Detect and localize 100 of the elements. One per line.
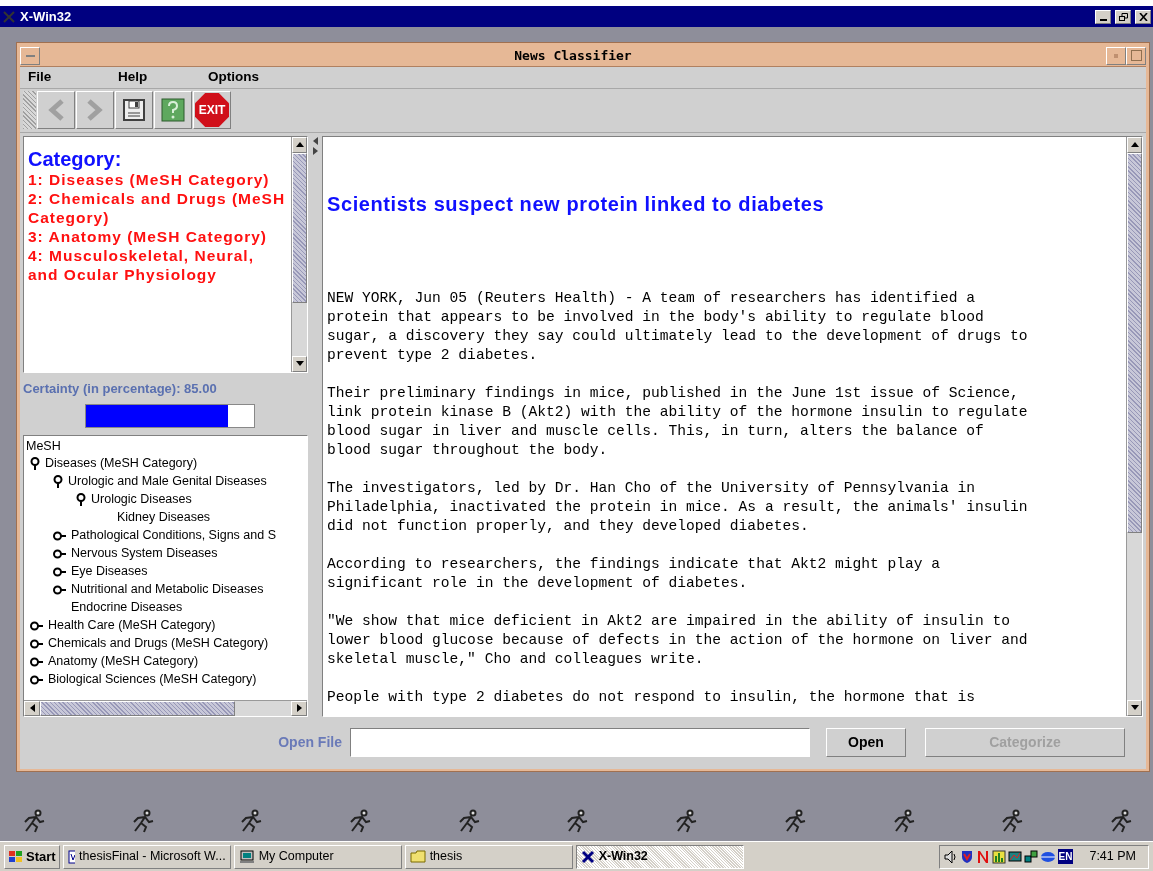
collapsed-handle-icon[interactable]	[53, 548, 66, 559]
tree-item[interactable]: Urologic Diseases	[91, 490, 192, 509]
question-mark-icon	[161, 98, 185, 122]
open-button[interactable]: Open	[826, 728, 906, 757]
article-paragraph: NEW YORK, Jun 05 (Reuters Health) - A team of researchers has identified a protein that appears to be involved in the body's ability to regulate blood sugar, a discovery they say could ultimately lead to the development of drugs to prevent type 2 diabetes.	[327, 288, 1029, 365]
maximize-button[interactable]	[1126, 46, 1146, 65]
article-paragraph: The investigators, led by Dr. Han Cho of the University of Pennsylvania in Philadelphia, inactivated the protein in mice. As a result, the animals' insulin did not function properly, and they developed diabetes.	[327, 478, 1029, 536]
scroll-up-button[interactable]	[292, 136, 307, 153]
tree-item[interactable]: Diseases (MeSH Category)	[45, 454, 198, 473]
restore-icon	[1118, 12, 1128, 21]
tree-item[interactable]: Endocrine Diseases	[71, 598, 183, 617]
toolbar-grip[interactable]	[23, 91, 36, 129]
clock: 7:41 PM	[1089, 848, 1136, 866]
taskbar-button[interactable]: My Computer	[233, 844, 402, 869]
scroll-thumb[interactable]	[1127, 152, 1142, 533]
collapsed-handle-icon[interactable]	[30, 656, 43, 667]
open-file-label: Open File	[277, 733, 343, 752]
save-button[interactable]	[115, 91, 153, 129]
close-icon	[1138, 12, 1148, 21]
menu-item[interactable]: Options	[200, 66, 290, 88]
category-entry: 3: Anatomy (MeSH Category)	[28, 226, 268, 246]
splitter-right-arrow-icon[interactable]	[312, 146, 318, 155]
tree-item[interactable]: Kidney Diseases	[117, 508, 211, 527]
computer-icon	[238, 849, 255, 864]
vertical-scrollbar[interactable]	[1126, 136, 1142, 716]
tree-item[interactable]: MeSH	[26, 436, 307, 455]
right-chevron-icon	[87, 99, 103, 121]
taskbar-button[interactable]: X-Win32	[575, 844, 744, 869]
restore-button[interactable]	[1115, 9, 1131, 24]
minimize-icon	[1099, 18, 1107, 21]
collapsed-handle-icon[interactable]	[30, 638, 43, 649]
tree-item[interactable]: Nutritional and Metabolic Diseases	[71, 580, 264, 599]
letter-n-icon[interactable]	[975, 849, 990, 864]
shield-icon[interactable]	[959, 849, 974, 864]
exit-button[interactable]: EXIT	[193, 91, 231, 129]
menu-item[interactable]: Help	[110, 66, 200, 88]
tree-item[interactable]: Urologic and Male Genital Diseases	[68, 472, 267, 491]
left-arrow-icon	[29, 704, 35, 712]
collapsed-handle-icon[interactable]	[53, 530, 66, 541]
splitter-left-arrow-icon[interactable]	[312, 136, 318, 145]
file-path-field[interactable]	[350, 728, 810, 757]
windows-logo-icon	[8, 849, 24, 864]
tree-item[interactable]: Nervous System Diseases	[71, 544, 218, 563]
down-arrow-icon	[1130, 705, 1139, 710]
category-heading: Category:	[28, 148, 123, 170]
monitor-icon[interactable]	[1007, 849, 1022, 864]
tree-item[interactable]: Health Care (MeSH Category)	[48, 616, 216, 635]
tree-item[interactable]: Eye Diseases	[71, 562, 148, 581]
expanded-handle-icon[interactable]	[76, 493, 86, 506]
category-entry: 1: Diseases (MeSH Category)	[28, 170, 271, 189]
scroll-right-button[interactable]	[291, 700, 307, 716]
taskbar-button[interactable]: thesisFinal - Microsoft W...	[62, 844, 231, 869]
scroll-left-button[interactable]	[24, 700, 40, 716]
article-paragraph: People with type 2 diabetes do not respond to insulin, the hormone that is	[327, 687, 977, 707]
globe-icon[interactable]	[1039, 849, 1056, 864]
speaker-icon[interactable]	[943, 849, 958, 864]
tree-item[interactable]: Anatomy (MeSH Category)	[48, 652, 199, 671]
article-paragraph: According to researchers, the findings indicate that Akt2 might play a significant role in the development of diabetes.	[327, 554, 942, 593]
article-paragraph: "We show that mice deficient in Akt2 are impaired in the ability of insulin to lower blood glucose because of defects in the action of the hormone on liver and skeletal muscle," Cho and colleagues write.	[327, 611, 1029, 669]
expanded-handle-icon[interactable]	[53, 475, 63, 488]
collapsed-handle-icon[interactable]	[30, 674, 43, 685]
category-entry: 4: Musculoskeletal, Neural, and Ocular Physiology	[28, 245, 255, 284]
collapsed-handle-icon[interactable]	[53, 566, 66, 577]
right-arrow-icon	[296, 704, 302, 712]
start-button[interactable]: Start	[4, 844, 60, 869]
down-arrow-icon	[295, 361, 304, 366]
close-button[interactable]	[1135, 9, 1151, 24]
scroll-down-button[interactable]	[1127, 699, 1142, 716]
scroll-down-button[interactable]	[292, 355, 307, 372]
expanded-handle-icon[interactable]	[30, 457, 40, 470]
tree-item[interactable]: Chemicals and Drugs (MeSH Category)	[48, 634, 269, 653]
menu-item[interactable]: File	[20, 66, 110, 88]
help-button[interactable]	[154, 91, 192, 129]
tree-item[interactable]: Pathological Conditions, Signs and S	[71, 526, 276, 545]
language-indicator[interactable]: EN	[1057, 849, 1074, 864]
horizontal-scrollbar[interactable]	[24, 699, 307, 716]
collapsed-handle-icon[interactable]	[53, 584, 66, 595]
window-title: News Classifier	[513, 47, 633, 65]
x-logo-icon	[2, 9, 16, 24]
window-title: X-Win32	[20, 7, 73, 26]
vertical-scrollbar[interactable]	[291, 136, 307, 372]
article-paragraph: Their preliminary findings in mice, published in the June 1st issue of Science, link protein kinase B (Akt2) with the ability of the hormone insulin to regulate blood sugar in liver and muscle cells. This, in turn, alters the balance of blood sugar throughout the body.	[327, 383, 1029, 460]
chart-icon[interactable]	[991, 849, 1006, 864]
document-icon	[67, 849, 76, 864]
up-arrow-icon	[295, 142, 304, 147]
taskbar-button[interactable]: thesis	[404, 844, 573, 869]
minimize-button[interactable]	[1095, 9, 1111, 24]
tree-item[interactable]: Biological Sciences (MeSH Category)	[48, 670, 257, 689]
certainty-label: Certainty (in percentage): 85.00	[23, 379, 217, 398]
x-logo-icon	[580, 849, 595, 864]
folder-icon	[409, 850, 426, 863]
category-entry: 2: Chemicals and Drugs (MeSH Category)	[28, 188, 287, 227]
scroll-thumb[interactable]	[292, 152, 307, 303]
collapsed-handle-icon[interactable]	[30, 620, 43, 631]
window-menu-button[interactable]	[20, 46, 40, 65]
article-headline: Scientists suspect new protein linked to diabetes	[327, 191, 826, 217]
scroll-thumb[interactable]	[40, 700, 235, 716]
left-chevron-icon	[48, 99, 64, 121]
network-icon[interactable]	[1023, 849, 1038, 864]
scroll-up-button[interactable]	[1127, 136, 1142, 153]
